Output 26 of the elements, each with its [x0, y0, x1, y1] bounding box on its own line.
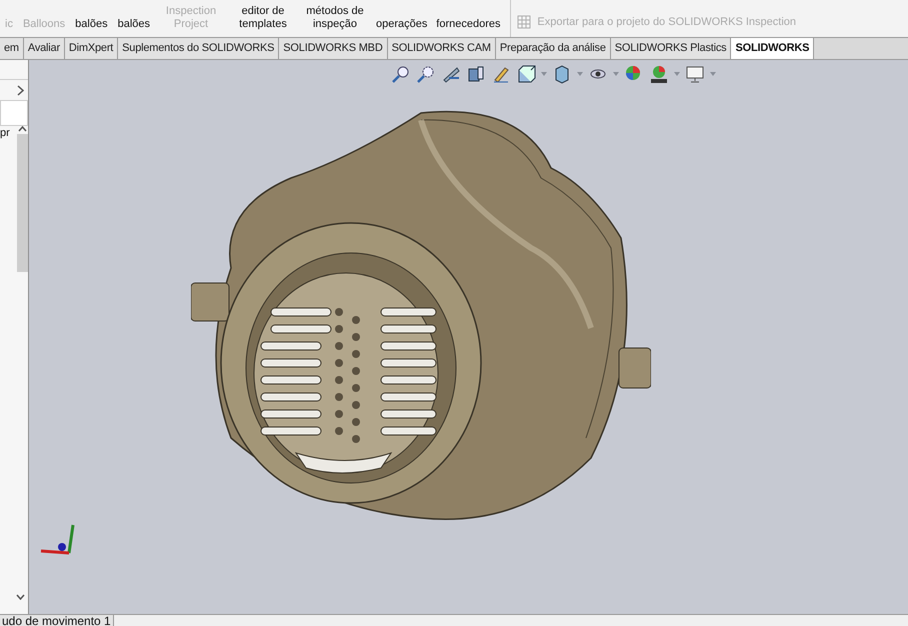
scrollbar-thumb[interactable]: [16, 134, 28, 272]
command-tab[interactable]: SOLIDWORKS CAM: [388, 38, 496, 59]
chevron-up-icon[interactable]: [18, 126, 26, 132]
zoom-fit-icon[interactable]: [391, 64, 411, 84]
command-tab[interactable]: Avaliar: [24, 38, 65, 59]
command-tab[interactable]: em: [0, 38, 24, 59]
ribbon-command[interactable]: métodos de inspeção: [299, 1, 371, 37]
ribbon-command[interactable]: balões: [70, 1, 113, 37]
ribbon-command[interactable]: balões: [112, 1, 155, 37]
zoom-area-icon[interactable]: [416, 64, 436, 84]
motion-study-tab[interactable]: udo de movimento 1: [0, 615, 114, 626]
ribbon-command[interactable]: operações: [371, 1, 432, 37]
filter-field[interactable]: [0, 100, 28, 126]
grid-icon: [517, 15, 532, 29]
command-tab[interactable]: Suplementos do SOLIDWORKS: [118, 38, 280, 59]
monitor-icon[interactable]: [685, 64, 705, 84]
ribbon-command[interactable]: editor de templates: [227, 1, 299, 37]
chevron-down-icon[interactable]: [16, 594, 25, 600]
command-tab[interactable]: Preparação da análise: [496, 38, 611, 59]
command-tab[interactable]: SOLIDWORKS MBD: [279, 38, 388, 59]
tree-item-text[interactable]: pr: [0, 126, 13, 272]
command-tab[interactable]: SOLIDWORKS: [731, 38, 814, 59]
command-tab[interactable]: SOLIDWORKS Plastics: [610, 38, 732, 59]
command-tab[interactable]: DimXpert: [64, 38, 118, 59]
chevron-right-icon: [17, 84, 24, 96]
ribbon-command[interactable]: fornecedores: [432, 1, 504, 37]
